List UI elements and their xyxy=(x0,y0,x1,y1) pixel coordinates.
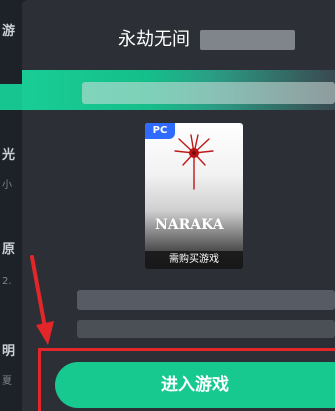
blurred-info xyxy=(200,30,295,50)
game-logo: NARAKA xyxy=(155,217,224,233)
background-list-subtext: 夏 xyxy=(2,376,12,387)
purchase-required-label: 需购买游戏 xyxy=(145,251,243,269)
blurred-progress-text xyxy=(82,82,335,104)
background-list-item[interactable]: 游 xyxy=(2,24,15,40)
background-list-subtext: 小 xyxy=(2,180,12,191)
background-list: 游 光 小 原 2. 明 夏 xyxy=(0,0,24,411)
arrow-icon xyxy=(30,255,54,345)
background-progress xyxy=(0,84,24,110)
blurred-description xyxy=(77,320,335,338)
blurred-description xyxy=(77,290,335,310)
background-list-item[interactable]: 明 xyxy=(2,344,15,360)
background-list-item[interactable]: 原 xyxy=(2,242,15,258)
flower-icon xyxy=(174,134,214,190)
enter-game-button[interactable]: 进入游戏 xyxy=(55,362,335,408)
screen: 游 光 小 原 2. 明 夏 永劫无间 PC NARAKA 需购买游戏 进入游戏 xyxy=(0,0,335,411)
background-list-subtext: 2. xyxy=(2,276,12,287)
game-cover[interactable]: PC NARAKA 需购买游戏 xyxy=(145,123,243,269)
game-title: 永劫无间 xyxy=(118,29,190,50)
background-list-item[interactable]: 光 xyxy=(2,148,15,164)
